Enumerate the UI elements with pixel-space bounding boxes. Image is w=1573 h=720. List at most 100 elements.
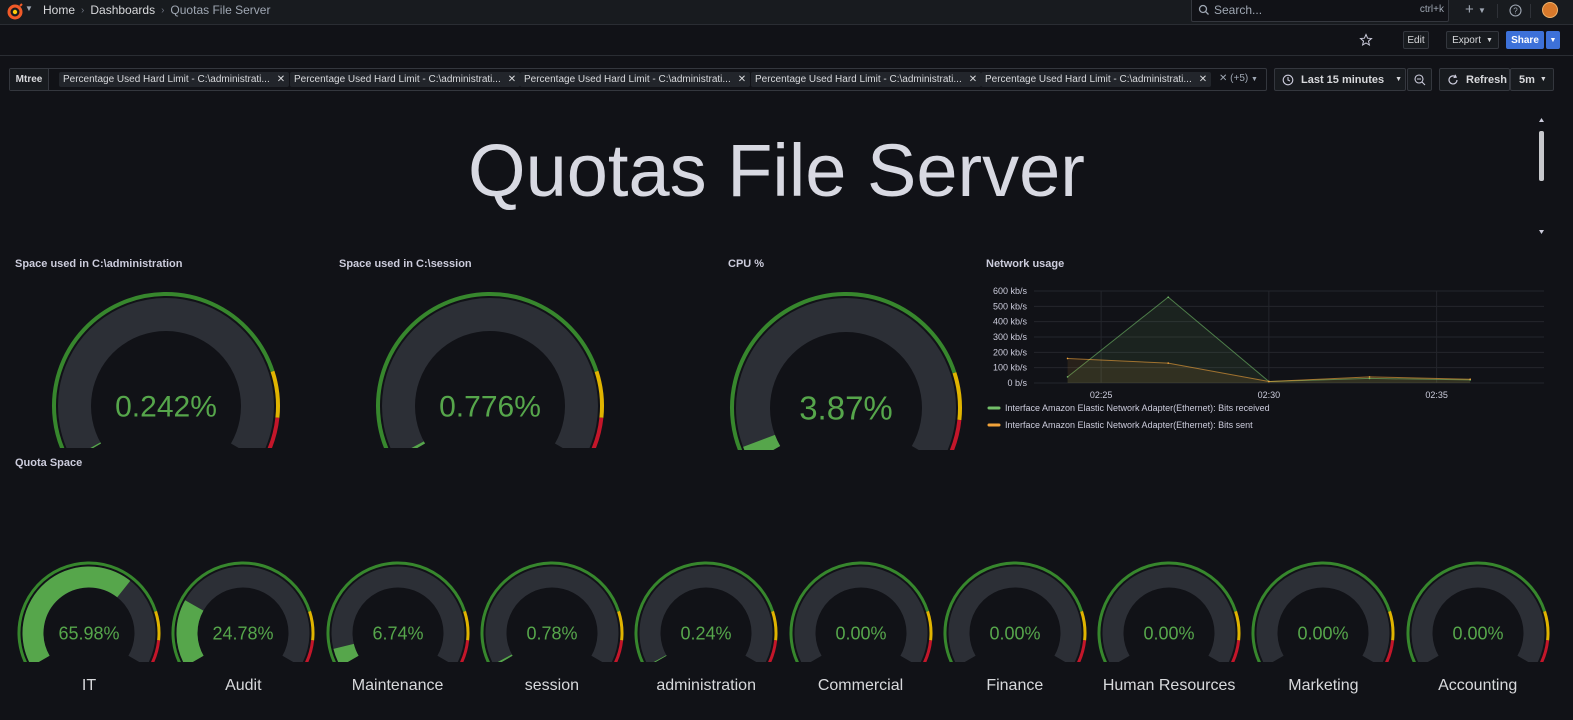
breadcrumb-separator-icon: › <box>81 4 85 16</box>
breadcrumb-dashboards[interactable]: Dashboards <box>90 3 155 17</box>
svg-text:?: ? <box>1513 7 1518 16</box>
chart-y-tick-label: 300 kb/s <box>993 332 1028 342</box>
gauge-cpu: 3.87% <box>730 292 962 450</box>
quota-gauge: 0.00% <box>943 561 1087 662</box>
chevron-down-icon[interactable]: ▼ <box>1478 6 1486 15</box>
more-values-count: (+5) <box>1230 73 1249 84</box>
panel-title-network[interactable]: Network usage <box>986 258 1064 270</box>
breadcrumb-separator-icon: › <box>161 4 165 16</box>
quota-gauge-threshold-yellow <box>1388 610 1395 641</box>
quota-gauge-value-text: 0.00% <box>1144 623 1195 643</box>
export-button[interactable]: Export ▼ <box>1446 31 1499 49</box>
variable-chip: Percentage Used Hard Limit - C:\administ… <box>751 72 982 87</box>
divider <box>1530 4 1531 18</box>
add-icon[interactable]: + <box>1465 1 1474 18</box>
legend-item[interactable]: Interface Amazon Elastic Network Adapter… <box>1005 403 1270 413</box>
quota-gauge: 0.00% <box>1097 561 1241 662</box>
quota-gauge-track <box>794 566 927 662</box>
grafana-logo-icon[interactable] <box>6 3 24 21</box>
search-shortcut: ctrl+k <box>1419 4 1444 15</box>
close-icon[interactable]: ✕ <box>969 74 977 85</box>
search-input[interactable]: Search... ctrl+k <box>1191 0 1449 22</box>
chart-data-point <box>1469 378 1471 380</box>
panel-scrollbar[interactable] <box>1537 117 1546 239</box>
quota-gauge-track <box>1256 566 1390 662</box>
help-icon[interactable]: ? <box>1509 4 1522 17</box>
chart-y-tick-label: 600 kb/s <box>993 286 1028 296</box>
more-values[interactable]: ✕ (+5) ▼ <box>1219 73 1258 84</box>
chart-y-tick-label: 500 kb/s <box>993 301 1028 311</box>
chart-y-tick-label: 0 b/s <box>1007 378 1027 388</box>
quota-gauge-value-text: 0.24% <box>681 623 732 643</box>
quota-gauge: 65.98% <box>17 561 161 662</box>
quota-gauge-label: administration <box>656 677 756 694</box>
quota-gauge-threshold-yellow <box>462 610 470 641</box>
quota-gauge-value-text: 0.00% <box>1452 623 1503 643</box>
close-icon[interactable]: ✕ <box>738 74 746 85</box>
chip-label: Percentage Used Hard Limit - C:\administ… <box>524 74 731 85</box>
divider <box>1497 4 1498 18</box>
zoom-out-icon <box>1413 73 1425 85</box>
quota-gauge-value-text: 0.78% <box>526 623 577 643</box>
quota-gauge-value-text: 6.74% <box>372 623 423 643</box>
gauge-cpu-track <box>736 298 956 450</box>
quota-gauge-label: Marketing <box>1288 677 1359 694</box>
quota-gauge-track <box>639 566 773 662</box>
chart-x-tick-label: 02:30 <box>1258 390 1281 400</box>
quota-gauge-threshold-yellow <box>1079 610 1087 641</box>
panel-title-session-space[interactable]: Space used in C:\session <box>339 258 472 270</box>
close-icon[interactable]: ✕ <box>508 74 516 85</box>
clear-icon[interactable]: ✕ <box>1219 73 1227 84</box>
variable-label: Mtree <box>10 69 49 90</box>
share-dropdown-button[interactable]: ▼ <box>1546 31 1560 49</box>
quota-gauge: 0.00% <box>1406 561 1550 662</box>
gauge-admin-space: 0.242% <box>52 291 280 448</box>
close-icon[interactable]: ✕ <box>1199 74 1207 85</box>
quota-gauge-label: session <box>524 677 580 694</box>
quota-gauge-label: Audit <box>225 677 262 694</box>
chip-label: Percentage Used Hard Limit - C:\administ… <box>294 74 501 85</box>
panel-title-cpu[interactable]: CPU % <box>728 258 764 270</box>
zoom-out-button[interactable] <box>1407 68 1432 91</box>
edit-button[interactable]: Edit <box>1403 31 1429 49</box>
search-placeholder: Search... <box>1214 3 1263 17</box>
quota-gauge: 6.74% <box>326 561 470 662</box>
variable-mtree-select[interactable]: Mtree Percentage Used Hard Limit - C:\ad… <box>9 68 1267 91</box>
chart-x-tick-label: 02:25 <box>1090 390 1113 400</box>
variable-chip: Percentage Used Hard Limit - C:\administ… <box>290 72 521 87</box>
share-button[interactable]: Share <box>1506 31 1544 49</box>
time-range-picker[interactable]: Last 15 minutes ▼ <box>1274 68 1406 91</box>
quota-gauge-threshold-yellow <box>1542 610 1550 641</box>
chevron-down-icon: ▼ <box>1251 76 1258 83</box>
chart-y-tick-label: 100 kb/s <box>993 363 1028 373</box>
chart-y-tick-label: 400 kb/s <box>993 317 1028 327</box>
close-icon[interactable]: ✕ <box>277 74 285 85</box>
quota-gauge-value-text: 0.00% <box>989 623 1040 643</box>
quota-gauge-value-text: 0.00% <box>1298 623 1349 643</box>
quota-gauge-threshold-yellow <box>154 610 161 641</box>
chip-label: Percentage Used Hard Limit - C:\administ… <box>63 74 270 85</box>
dashboard-toolbar: Edit Export ▼ Share ▼ <box>0 26 1573 56</box>
chart-data-point <box>1167 362 1170 364</box>
quota-gauge-threshold-yellow <box>925 610 932 641</box>
gauge-cpu-value-arc <box>743 434 781 450</box>
quota-gauge-track <box>485 566 619 662</box>
quota-gauge: 24.78% <box>171 561 315 662</box>
breadcrumb-current: Quotas File Server <box>170 3 271 17</box>
breadcrumb-home[interactable]: Home <box>43 3 75 17</box>
quota-gauge-threshold-yellow <box>617 610 624 641</box>
star-icon[interactable] <box>1359 33 1373 47</box>
refresh-interval-select[interactable]: 5m ▼ <box>1510 68 1554 91</box>
quota-gauge-value-text: 24.78% <box>213 623 274 643</box>
legend-item[interactable]: Interface Amazon Elastic Network Adapter… <box>1005 420 1253 430</box>
quota-gauge-threshold-yellow <box>308 610 315 641</box>
quota-gauge-track <box>1102 566 1236 662</box>
chevron-down-icon[interactable]: ▼ <box>25 4 33 13</box>
panel-title-quota-space[interactable]: Quota Space <box>15 457 82 469</box>
avatar[interactable] <box>1542 2 1558 18</box>
quota-gauge: 0.78% <box>480 561 624 662</box>
panel-title-admin-space[interactable]: Space used in C:\administration <box>15 258 182 270</box>
gauge-session-track <box>382 298 598 448</box>
chart-data-point <box>1368 376 1371 378</box>
refresh-button[interactable]: Refresh <box>1439 68 1510 91</box>
